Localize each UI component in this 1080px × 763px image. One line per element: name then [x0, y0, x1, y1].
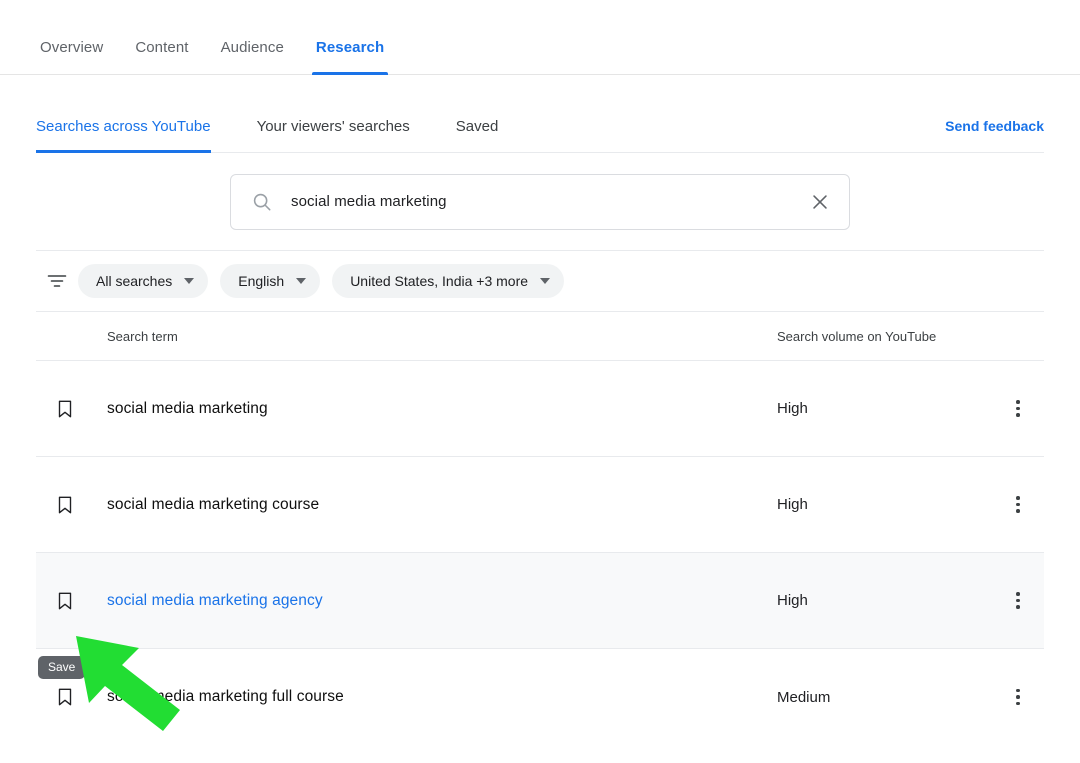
save-tooltip: Save — [38, 656, 86, 679]
search-volume-text: Medium — [777, 688, 831, 706]
table-row[interactable]: social media marketing course High — [36, 457, 1044, 553]
filter-chip-all-searches[interactable]: All searches — [78, 264, 209, 298]
row-actions-cell — [992, 394, 1044, 423]
subtab-your-viewers-searches[interactable]: Your viewers' searches — [257, 118, 410, 152]
bookmark-icon[interactable] — [54, 686, 76, 708]
filter-chip-label: All searches — [96, 273, 173, 289]
search-volume-text: High — [777, 496, 808, 513]
search-term-text[interactable]: social media marketing agency — [107, 592, 777, 610]
subtab-searches-across-youtube[interactable]: Searches across YouTube — [36, 118, 211, 153]
search-input[interactable]: social media marketing — [291, 193, 809, 210]
primary-nav: Overview Content Audience Research — [0, 0, 1080, 75]
search-area: social media marketing — [0, 153, 1080, 250]
filter-chip-label: United States, India +3 more — [350, 273, 529, 289]
filter-chip-label: English — [238, 273, 285, 289]
more-options-icon[interactable] — [1008, 394, 1028, 423]
bookmark-icon[interactable] — [54, 590, 76, 612]
close-icon[interactable] — [809, 191, 831, 213]
filter-tune-icon[interactable] — [36, 269, 78, 293]
more-options-icon[interactable] — [1008, 490, 1028, 519]
column-header-search-term: Search term — [107, 328, 178, 344]
nav-tab-audience[interactable]: Audience — [205, 39, 300, 74]
chevron-down-icon — [184, 278, 195, 284]
chevron-down-icon — [540, 278, 551, 284]
row-actions-cell — [992, 586, 1044, 615]
search-term-text[interactable]: social media marketing full course — [107, 688, 777, 706]
bookmark-cell — [36, 398, 107, 420]
column-header-search-volume: Search volume on YouTube — [777, 328, 937, 344]
nav-tab-content[interactable]: Content — [119, 39, 204, 74]
table-row-highlighted[interactable]: social media marketing agency High — [36, 553, 1044, 649]
search-volume-text: High — [777, 400, 808, 417]
bookmark-cell — [36, 686, 107, 708]
subtab-saved[interactable]: Saved — [456, 118, 499, 152]
send-feedback-link[interactable]: Send feedback — [945, 118, 1044, 134]
search-volume-text: High — [777, 592, 808, 609]
search-term-text[interactable]: social media marketing — [107, 400, 777, 418]
table-row[interactable]: social media marketing High — [36, 361, 1044, 457]
filter-bar: All searches English United States, Indi… — [36, 250, 1044, 312]
search-results-table: Search term Search volume on YouTube soc… — [36, 312, 1044, 745]
bookmark-cell — [36, 494, 107, 516]
row-actions-cell — [992, 490, 1044, 519]
nav-tab-overview[interactable]: Overview — [24, 39, 119, 74]
search-term-text[interactable]: social media marketing course — [107, 496, 777, 514]
more-options-icon[interactable] — [1008, 586, 1028, 615]
more-options-icon[interactable] — [1008, 683, 1028, 712]
bookmark-icon[interactable] — [54, 494, 76, 516]
table-row[interactable]: social media marketing full course Mediu… — [36, 649, 1044, 745]
chevron-down-icon — [296, 278, 307, 284]
table-header-row: Search term Search volume on YouTube — [36, 312, 1044, 361]
search-box[interactable]: social media marketing — [230, 173, 850, 230]
bookmark-icon[interactable] — [54, 398, 76, 420]
filter-chip-regions[interactable]: United States, India +3 more — [332, 264, 565, 298]
row-actions-cell — [992, 683, 1044, 712]
nav-tab-research[interactable]: Research — [300, 39, 400, 75]
bookmark-cell — [36, 590, 107, 612]
research-subtab-bar: Searches across YouTube Your viewers' se… — [36, 75, 1044, 153]
filter-chip-language[interactable]: English — [220, 264, 321, 298]
search-icon — [251, 191, 273, 213]
